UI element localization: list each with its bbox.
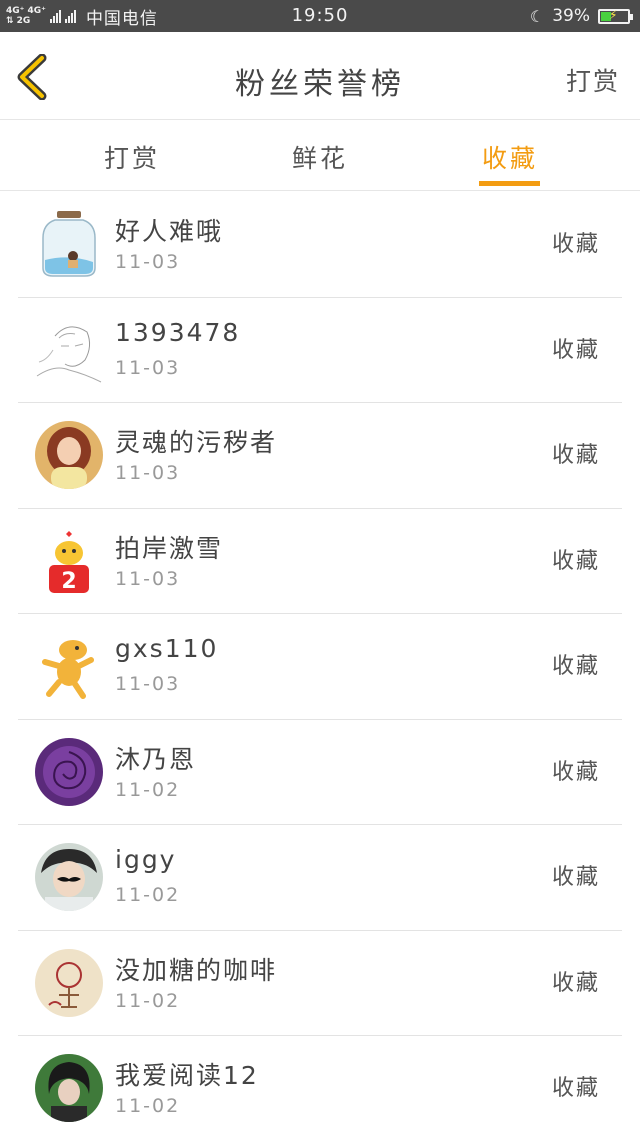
carrier-name: 中国电信 — [85, 8, 158, 29]
active-tab-indicator — [479, 181, 540, 186]
girl-avatar — [35, 421, 103, 489]
user-name: 拍岸激雪 — [115, 533, 224, 563]
rose-avatar — [35, 737, 103, 806]
item-date: 11-02 — [115, 884, 181, 906]
reward-button[interactable]: 打赏 — [566, 62, 620, 98]
user-name: 我爱阅读12 — [115, 1061, 259, 1090]
tab-flowers[interactable]: 鲜花 — [240, 121, 400, 191]
user-name: 1393478 — [115, 317, 241, 347]
tab-bar: 打赏 鲜花 收藏 — [0, 121, 640, 191]
item-action: 收藏 — [551, 443, 600, 468]
emoji-avatar: 2 — [35, 526, 103, 595]
list-item[interactable]: 2 拍岸激雪 11-03 收藏 — [18, 509, 622, 614]
list-item[interactable]: iggy 11-02 收藏 — [18, 825, 622, 931]
list-item[interactable]: 我爱阅读12 11-02 收藏 — [18, 1036, 622, 1138]
moon-icon: ☾ — [529, 6, 545, 26]
item-date: 11-02 — [115, 778, 181, 801]
item-action: 收藏 — [551, 759, 600, 785]
network-label-top: 4G⁺ 4G⁺ — [6, 6, 46, 16]
item-action: 收藏 — [551, 1076, 600, 1101]
item-action: 收藏 — [551, 654, 600, 679]
item-date: 11-03 — [115, 462, 181, 484]
item-date: 11-03 — [115, 251, 181, 273]
item-date: 11-03 — [115, 567, 181, 590]
list-item[interactable]: 灵魂的污秽者 11-03 收藏 — [18, 403, 622, 509]
back-button[interactable] — [14, 53, 54, 101]
user-name: gxs110 — [115, 634, 219, 663]
person-avatar — [35, 1054, 103, 1122]
list-item[interactable]: 好人难哦 11-03 收藏 — [18, 192, 622, 298]
status-left: 4G⁺ 4G⁺ ⇅ 2G 中国电信 — [6, 0, 158, 32]
page-title: 粉丝荣誉榜 — [235, 67, 405, 102]
network-type: 4G⁺ 4G⁺ ⇅ 2G — [6, 6, 46, 26]
item-date: 11-02 — [115, 1095, 181, 1117]
signal-icon-2 — [64, 9, 76, 23]
status-right: ☾ 39% ⚡ — [529, 0, 633, 32]
status-bar: 4G⁺ 4G⁺ ⇅ 2G 中国电信 19:50 ☾ 39% ⚡ — [0, 0, 640, 32]
mustache-avatar — [35, 843, 103, 911]
item-date: 11-03 — [115, 673, 181, 695]
item-action: 收藏 — [551, 970, 600, 996]
item-date: 11-02 — [115, 989, 181, 1012]
item-date: 11-03 — [115, 356, 181, 379]
back-arrow-icon — [17, 53, 47, 101]
battery-percent: 39% — [552, 6, 590, 26]
cartoon-avatar — [35, 632, 103, 700]
user-name: 好人难哦 — [115, 217, 224, 246]
drawing-avatar — [35, 948, 103, 1017]
item-action: 收藏 — [551, 337, 600, 363]
user-name: 没加糖的咖啡 — [115, 955, 278, 985]
list-item[interactable]: 1393478 11-03 收藏 — [18, 298, 622, 403]
item-action: 收藏 — [551, 232, 600, 257]
list-item[interactable]: 没加糖的咖啡 11-02 收藏 — [18, 931, 622, 1036]
list-item[interactable]: 沐乃恩 11-02 收藏 — [18, 720, 622, 825]
item-action: 收藏 — [551, 865, 600, 890]
user-name: iggy — [115, 845, 177, 874]
item-action: 收藏 — [551, 548, 600, 574]
signal-icon — [49, 9, 61, 23]
user-name: 灵魂的污秽者 — [115, 428, 278, 457]
svg-text:2: 2 — [61, 569, 76, 594]
charging-icon: ⚡ — [609, 7, 618, 22]
network-label-bottom: ⇅ 2G — [6, 16, 31, 26]
jar-avatar — [35, 210, 103, 278]
fan-list: 好人难哦 11-03 收藏 1393478 11-03 收藏 灵魂的污秽者 11… — [0, 192, 640, 1138]
header: 粉丝荣誉榜 打赏 — [0, 32, 640, 120]
list-item[interactable]: gxs110 11-03 收藏 — [18, 614, 622, 720]
sketch-avatar — [35, 315, 103, 384]
user-name: 沐乃恩 — [115, 744, 197, 774]
tab-reward[interactable]: 打赏 — [52, 121, 212, 191]
battery-icon: ⚡ — [598, 7, 633, 24]
